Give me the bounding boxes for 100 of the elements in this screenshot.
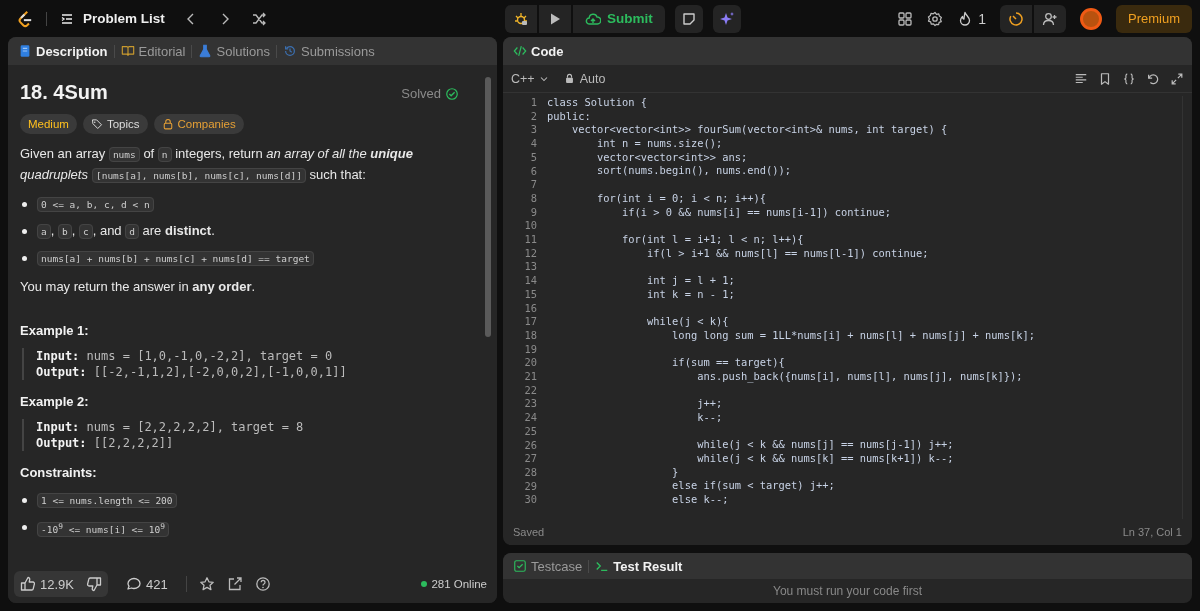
lock-icon (563, 73, 575, 84)
line-number: 17 (523, 315, 537, 329)
line-number: 2 (529, 109, 537, 124)
online-count: 281 Online (431, 578, 487, 590)
timer-icon (1008, 10, 1024, 27)
section-heading: Constraints: (20, 465, 98, 480)
problem-list-button[interactable]: Problem List (59, 10, 165, 27)
code-icon (513, 44, 527, 58)
example-line: Input: nums = [2,2,2,2,2], target = 8 (36, 419, 305, 435)
share-icon[interactable] (226, 576, 243, 592)
expand-icon[interactable] (1170, 71, 1184, 86)
tab[interactable]: Code (513, 43, 564, 59)
tag-icon (90, 118, 103, 130)
line-number: 28 (523, 466, 537, 480)
line-number: 6 (529, 164, 537, 179)
book-icon (120, 44, 135, 58)
tab[interactable]: Solutions (198, 43, 270, 59)
save-status: Saved (513, 526, 545, 538)
code-line: for(int i = 0; i < n; i++){ (596, 191, 766, 204)
line-number: 23 (523, 397, 537, 412)
line-number: 3 (529, 123, 537, 138)
settings-icon[interactable] (927, 10, 944, 27)
code-line: while(j < k){ (646, 315, 729, 327)
list-item-text: 1 <= nums.length <= 200 (37, 490, 177, 511)
layout-icon[interactable] (897, 10, 914, 27)
line-number: 5 (529, 150, 537, 165)
result-message: You must run your code first (772, 583, 923, 599)
checkbox-icon (513, 559, 527, 573)
ai-button[interactable] (712, 4, 741, 33)
tag-chip[interactable]: Companies (153, 114, 244, 134)
code-line: j++; (696, 397, 723, 410)
example-line: Input: nums = [1,0,-1,0,-2,2], target = 0 (36, 348, 334, 364)
code-line: else if(sum < target) j++; (671, 479, 835, 492)
premium-button[interactable]: Premium (1116, 4, 1192, 33)
star-icon[interactable] (198, 576, 215, 592)
avatar[interactable] (1080, 7, 1102, 30)
help-icon[interactable] (254, 576, 271, 592)
tag-chip[interactable]: Medium (20, 114, 77, 134)
tab[interactable]: Test Result (595, 558, 683, 574)
flask-icon (198, 44, 213, 58)
submit-button[interactable]: Submit (573, 4, 665, 33)
code-line: if(sum == target){ (671, 356, 785, 369)
run-button[interactable] (539, 4, 571, 33)
example-line: Output: [[-2,-1,1,2],[-2,0,0,2],[-1,0,0,1]] (36, 364, 348, 380)
code-line: k--; (696, 410, 723, 423)
code-line: vector<vector<int>> fourSum(vector<int>& nums, int target) { (571, 123, 948, 136)
paragraph: Given an array nums of n integers, return an array of all the unique quadruplets [nums[a], nums[b], nums[c], nums[d]] such that: (20, 145, 414, 185)
braces-icon[interactable] (1122, 71, 1136, 86)
bookmark-icon[interactable] (1098, 71, 1112, 86)
mode-label: Auto (579, 71, 606, 86)
code-line: ans.push_back({nums[i], nums[l], nums[j], nums[k]}); (696, 369, 1023, 382)
bullet-dot (22, 256, 27, 261)
line-number: 8 (529, 191, 537, 206)
section-heading: Example 1: (20, 323, 90, 338)
format-icon[interactable] (1074, 71, 1088, 86)
line-number: 22 (523, 383, 537, 398)
example-line: Output: [[2,2,2,2]] (36, 435, 175, 451)
code-line: while(j < k && nums[k] == nums[k+1]) k--; (696, 451, 954, 464)
reset-icon[interactable] (1146, 71, 1160, 86)
language-dropdown[interactable]: C++ (511, 71, 550, 86)
notes-button[interactable] (674, 4, 703, 33)
line-number: 21 (523, 370, 537, 384)
tab[interactable]: Submissions (282, 43, 375, 59)
code-line: long long sum = 1LL*nums[i] + nums[l] + nums[j] + nums[k]; (671, 328, 1035, 341)
debug-button[interactable] (505, 4, 537, 33)
cursor-position: Ln 37, Col 1 (1122, 526, 1182, 538)
line-number: 13 (523, 260, 537, 275)
online-dot (421, 581, 428, 587)
history-icon (282, 44, 297, 58)
shuffle-icon[interactable] (250, 10, 267, 27)
comments-button[interactable]: 421 (120, 576, 174, 592)
tag-chip[interactable]: Topics (82, 114, 148, 134)
tab[interactable]: Testcase (513, 558, 583, 574)
section-heading: Example 2: (20, 394, 90, 409)
solved-label: Solved (401, 86, 441, 101)
bullet-dot (22, 525, 27, 530)
line-number: 18 (523, 328, 537, 343)
list-item-text: 0 <= a, b, c, d < n (37, 194, 154, 215)
tab[interactable]: Editorial (120, 43, 186, 59)
code-line: vector<vector<int>> ans; (596, 150, 748, 163)
line-number: 4 (529, 137, 537, 151)
tab[interactable]: Description (18, 43, 108, 59)
comment-icon (126, 576, 142, 592)
line-number: 9 (529, 205, 537, 220)
streak-button[interactable]: 1 (957, 10, 986, 27)
line-number: 26 (523, 438, 537, 453)
code-line: for(int l = i+1; l < n; l++){ (621, 232, 804, 245)
timer-button[interactable] (1000, 4, 1032, 33)
line-number: 11 (523, 233, 537, 247)
problem-title: 18. 4Sum (20, 81, 108, 104)
logo-icon[interactable] (16, 9, 34, 28)
invite-button[interactable] (1034, 4, 1066, 33)
line-number: 19 (523, 342, 537, 357)
lock-icon (161, 118, 174, 130)
bug-icon (513, 10, 529, 27)
line-number: 15 (523, 287, 537, 302)
code-line: } (671, 465, 679, 478)
line-number: 20 (523, 356, 537, 371)
bullet-dot (22, 229, 27, 234)
code-line: sort(nums.begin(), nums.end()); (596, 164, 791, 177)
